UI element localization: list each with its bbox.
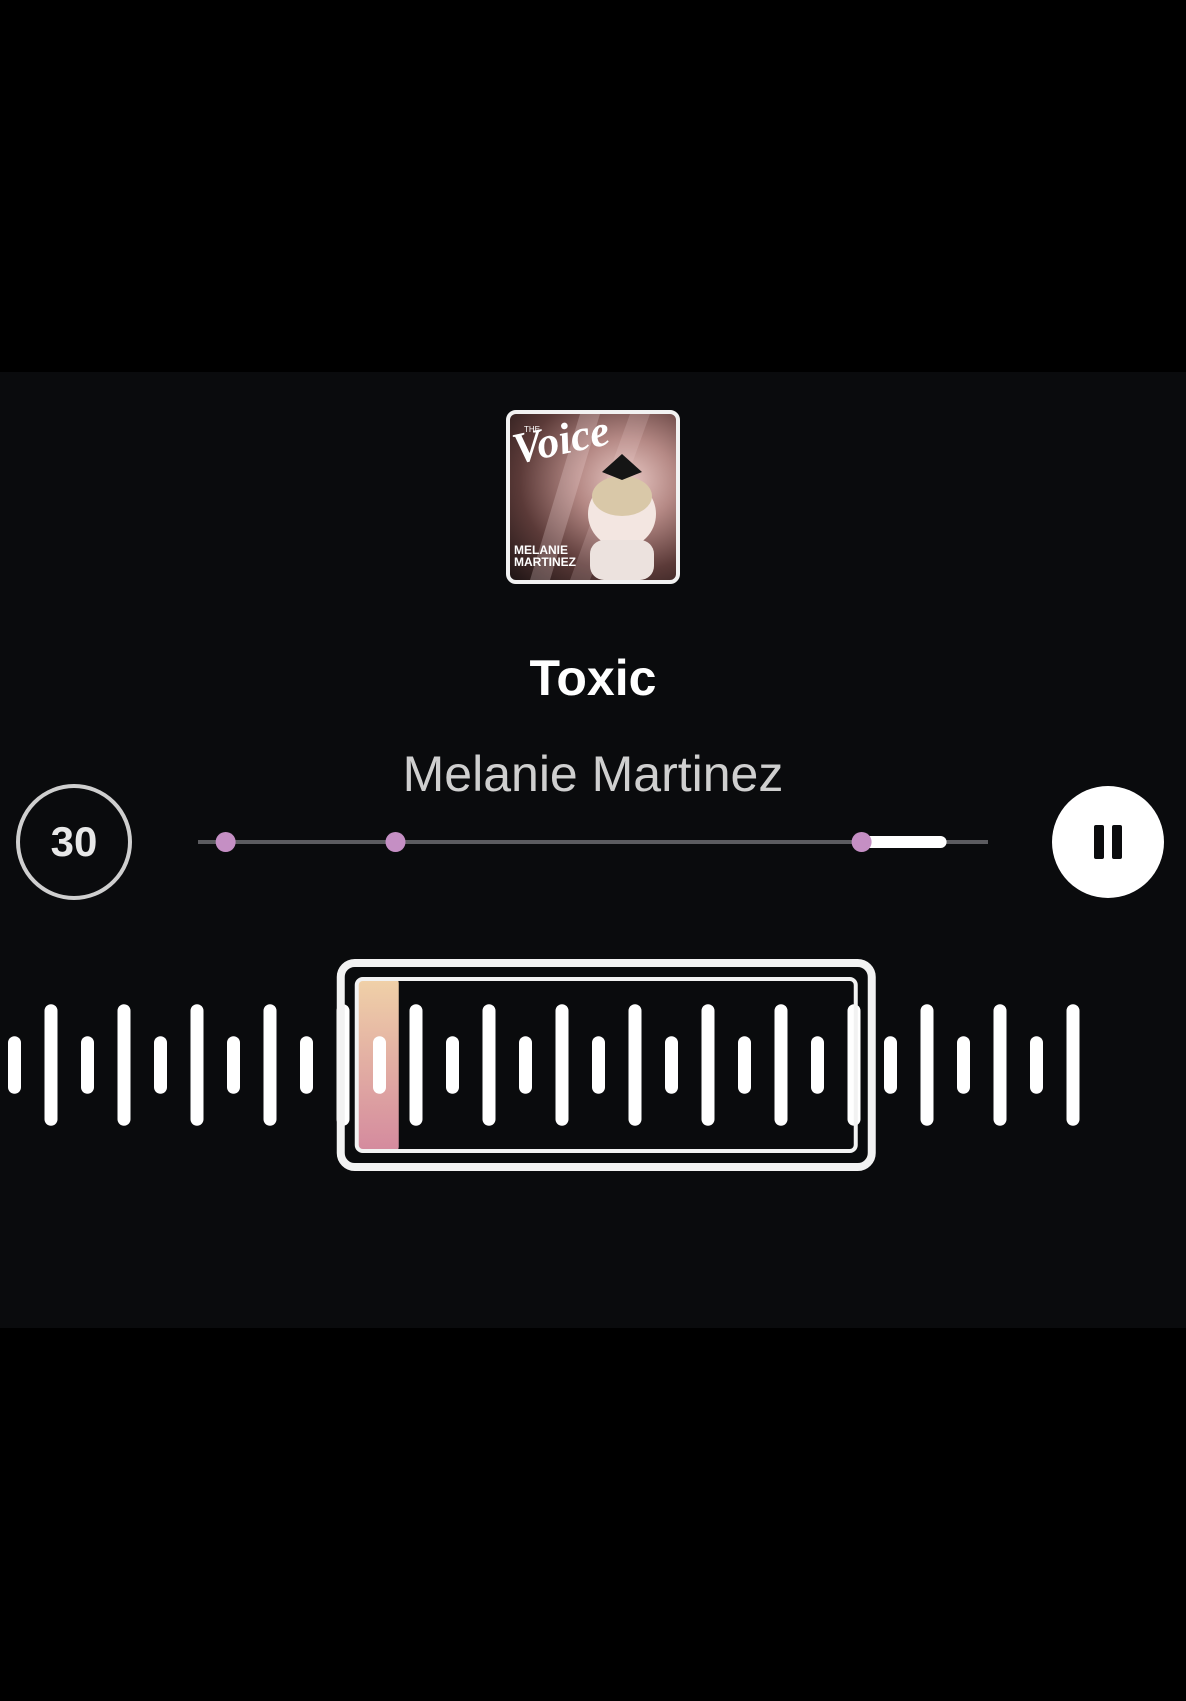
progress-marker	[385, 832, 406, 852]
waveform	[8, 959, 1080, 1171]
pause-button[interactable]	[1052, 786, 1164, 898]
waveform-bar	[628, 1004, 642, 1126]
waveform-bar	[592, 1036, 605, 1094]
waveform-bar	[884, 1036, 897, 1094]
waveform-bar	[774, 1004, 788, 1126]
waveform-bar	[1030, 1036, 1043, 1094]
skip-30-icon: 30	[50, 818, 98, 865]
svg-text:THE: THE	[524, 425, 540, 434]
track-title: Toxic	[529, 650, 657, 706]
waveform-bar	[263, 1004, 277, 1126]
waveform-bar	[81, 1036, 94, 1094]
waveform-bar	[738, 1036, 751, 1094]
svg-text:MARTINEZ: MARTINEZ	[514, 555, 576, 569]
album-artwork-image: Voice THE MELANIE MARTINEZ	[510, 414, 656, 580]
progress-marker	[215, 832, 236, 852]
waveform-bar	[482, 1004, 496, 1126]
waveform-bar	[920, 1004, 934, 1126]
waveform-bar	[373, 1036, 386, 1094]
waveform-bar	[701, 1004, 715, 1126]
waveform-bar	[190, 1004, 204, 1126]
progress-bar[interactable]	[198, 828, 988, 856]
waveform-bar	[993, 1004, 1007, 1126]
pause-icon	[1090, 825, 1126, 859]
skip-30-button[interactable]: 30	[16, 784, 132, 900]
waveform-bar	[154, 1036, 167, 1094]
album-artwork: Voice THE MELANIE MARTINEZ	[506, 410, 680, 584]
waveform-bar	[519, 1036, 532, 1094]
waveform-selector[interactable]	[0, 955, 1186, 1175]
waveform-bar	[555, 1004, 569, 1126]
waveform-bar	[300, 1036, 313, 1094]
waveform-bar	[957, 1036, 970, 1094]
svg-text:Voice: Voice	[510, 414, 614, 474]
progress-track	[198, 832, 988, 852]
waveform-bar	[227, 1036, 240, 1094]
waveform-bar	[8, 1036, 21, 1094]
progress-marker	[851, 832, 872, 852]
waveform-bar	[811, 1036, 824, 1094]
waveform-bar	[44, 1004, 58, 1126]
waveform-bar	[446, 1036, 459, 1094]
waveform-bar	[665, 1036, 678, 1094]
waveform-bar	[117, 1004, 131, 1126]
waveform-bar	[1066, 1004, 1080, 1126]
waveform-bar	[409, 1004, 423, 1126]
track-artist: Melanie Martinez	[402, 746, 784, 802]
